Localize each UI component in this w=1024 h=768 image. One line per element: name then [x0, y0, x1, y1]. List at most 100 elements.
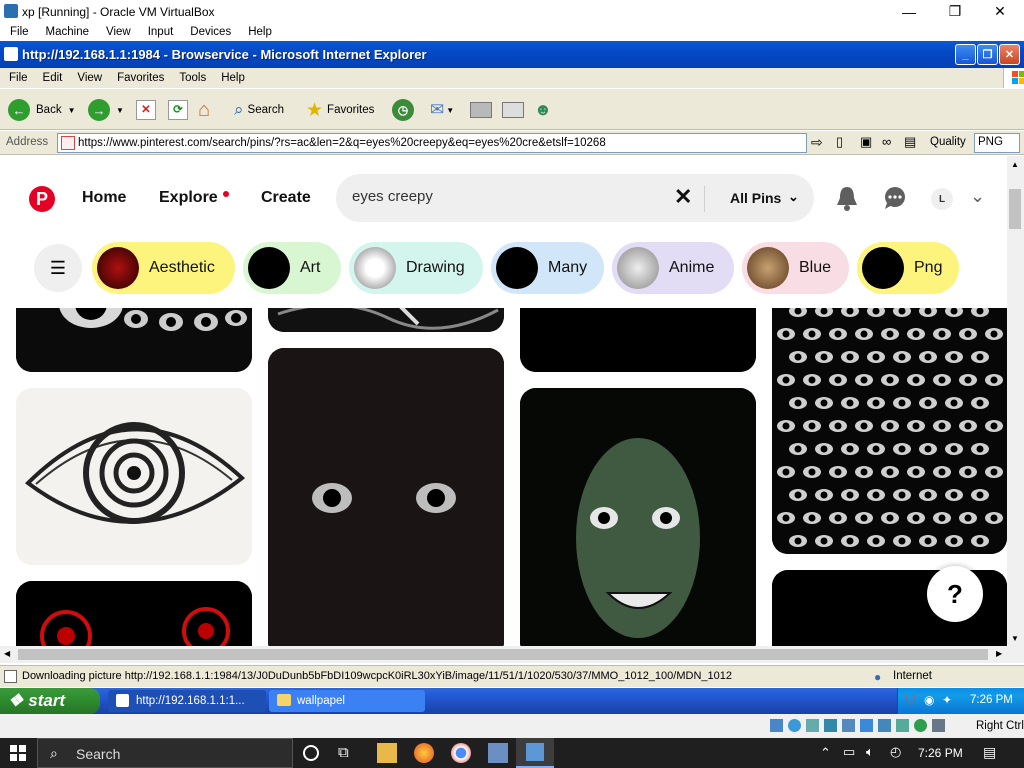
horizontal-scrollbar[interactable]: ◀ ▶ [0, 646, 1024, 663]
print-button[interactable] [470, 97, 492, 123]
chip-many[interactable]: Many [491, 242, 604, 294]
find-icon[interactable]: ▣ [860, 134, 872, 150]
chip-art[interactable]: Art [243, 242, 341, 294]
hscroll-thumb[interactable] [18, 649, 988, 660]
start-button[interactable]: ❖ start [0, 688, 100, 714]
virtualbox-icon[interactable] [488, 743, 508, 763]
ie-restore-button[interactable]: ❐ [977, 44, 998, 65]
volume-icon[interactable]: ✦ [942, 693, 952, 707]
audio-icon[interactable] [806, 719, 819, 732]
pin-dark-figure[interactable] [268, 348, 504, 646]
ie-close-button[interactable]: ✕ [999, 44, 1020, 65]
vbox-menu-help[interactable]: Help [248, 26, 272, 38]
maximize-button[interactable]: ❐ [932, 0, 978, 23]
scroll-left-icon[interactable]: ◀ [4, 649, 10, 658]
chevron-down-icon[interactable]: ▼ [116, 106, 124, 115]
nav-explore[interactable]: Explore [159, 189, 218, 207]
ie-menu-help[interactable]: Help [221, 72, 245, 84]
messages-icon[interactable] [883, 186, 907, 213]
binoculars-icon[interactable]: ∞ [882, 134, 891, 149]
task-ie-window[interactable]: http://192.168.1.1:1... [108, 690, 266, 712]
display-icon[interactable] [878, 719, 891, 732]
help-button[interactable]: ? [927, 566, 983, 622]
avatar[interactable]: L [931, 188, 953, 210]
vbox-menu-input[interactable]: Input [148, 26, 174, 38]
network-icon[interactable]: ◉ [924, 693, 934, 707]
ie-minimize-button[interactable]: _ [955, 44, 976, 65]
scroll-down-icon[interactable]: ▼ [1011, 634, 1019, 643]
recording-icon[interactable] [896, 719, 909, 732]
network-adapter-icon[interactable] [824, 719, 837, 732]
vbox-menu-view[interactable]: View [106, 26, 131, 38]
chevron-up-icon[interactable]: ⌃ [820, 745, 831, 761]
windows-search-box[interactable]: ⌕ Search [37, 738, 293, 768]
ie-menu-file[interactable]: File [9, 72, 28, 84]
vbox-menu-file[interactable]: File [10, 26, 29, 38]
filter-pins-select[interactable]: All Pins [730, 190, 781, 206]
messenger-button[interactable]: ☻ [534, 97, 552, 123]
pinterest-logo-icon[interactable]: P [29, 186, 55, 212]
pin-red-eyes[interactable] [16, 581, 252, 646]
home-button[interactable]: ⌂ [198, 97, 210, 123]
task-wallpapel-folder[interactable]: wallpapel [269, 690, 425, 712]
scroll-up-icon[interactable]: ▲ [1011, 160, 1019, 169]
nav-home[interactable]: Home [82, 189, 126, 207]
win10-clock[interactable]: 7:26 PM [918, 746, 963, 760]
hdd-icon[interactable] [770, 719, 783, 732]
edit-button[interactable] [502, 97, 524, 123]
minimize-button[interactable]: — [886, 0, 932, 23]
nav-create[interactable]: Create [261, 189, 311, 207]
quality-select[interactable]: PNG [974, 133, 1020, 153]
volume-icon[interactable]: 🔈︎ [866, 744, 874, 760]
chevron-down-icon[interactable]: ⌄ [970, 186, 985, 207]
vbox-menu-machine[interactable]: Machine [46, 26, 89, 38]
filter-sliders-icon[interactable]: ☰ [34, 244, 82, 292]
go-arrow-icon[interactable]: ⇨ [811, 134, 823, 151]
chip-anime[interactable]: Anime [612, 242, 734, 294]
clock-icon[interactable]: ◴ [890, 744, 901, 760]
ie-menu-view[interactable]: View [77, 72, 102, 84]
chip-blue[interactable]: Blue [742, 242, 849, 294]
notifications-icon[interactable]: ▤ [983, 744, 996, 761]
back-button[interactable]: ← Back ▼ [8, 97, 76, 123]
file-explorer-icon[interactable] [377, 743, 397, 763]
chevron-down-icon[interactable]: ▼ [68, 106, 76, 115]
favorites-button[interactable]: ★ Favorites [306, 97, 374, 123]
address-input[interactable]: https://www.pinterest.com/search/pins/?r… [57, 133, 807, 153]
stop-button[interactable]: ✕ [136, 97, 156, 123]
mail-button[interactable]: ✉ ▼ [430, 97, 454, 123]
mouse-integration-icon[interactable] [932, 719, 945, 732]
cortana-icon[interactable] [303, 745, 319, 761]
virtualbox-vm-task[interactable] [516, 738, 554, 768]
task-view-icon[interactable]: ⧉ [338, 744, 349, 761]
ie-menu-favorites[interactable]: Favorites [117, 72, 164, 84]
forward-button[interactable]: → ▼ [88, 97, 124, 123]
chip-aesthetic[interactable]: Aesthetic [92, 242, 235, 294]
clear-search-icon[interactable]: ✕ [674, 184, 692, 210]
windows-start-icon[interactable] [10, 745, 26, 764]
chip-png[interactable]: Png [857, 242, 959, 294]
search-button[interactable]: ⌕ Search [234, 97, 284, 123]
chevron-down-icon[interactable]: ⌄ [788, 189, 799, 205]
optical-icon[interactable] [788, 719, 801, 732]
scroll-thumb[interactable] [1009, 189, 1021, 229]
vertical-scrollbar[interactable]: ▲ ▼ [1007, 156, 1024, 646]
network-icon[interactable]: ▭ [843, 744, 855, 760]
chip-drawing[interactable]: Drawing [349, 242, 483, 294]
firefox-icon[interactable] [414, 743, 434, 763]
chevron-down-icon[interactable]: ▼ [446, 106, 454, 115]
ie-menu-edit[interactable]: Edit [43, 72, 63, 84]
search-input[interactable] [352, 188, 662, 205]
cpu-icon[interactable] [914, 719, 927, 732]
chrome-icon[interactable] [451, 743, 471, 763]
scroll-right-icon[interactable]: ▶ [996, 649, 1002, 658]
vbox-menu-devices[interactable]: Devices [190, 26, 231, 38]
bookmark-icon[interactable]: ▯ [836, 134, 843, 150]
pin-many-eyes[interactable] [772, 274, 1007, 554]
history-button[interactable]: ◷ [392, 97, 414, 123]
bell-icon[interactable] [835, 185, 859, 214]
pin-green-face[interactable] [520, 388, 756, 646]
clipboard-icon[interactable]: ▤ [904, 134, 916, 150]
xp-clock[interactable]: 7:26 PM [970, 694, 1013, 706]
usb-icon[interactable] [842, 719, 855, 732]
